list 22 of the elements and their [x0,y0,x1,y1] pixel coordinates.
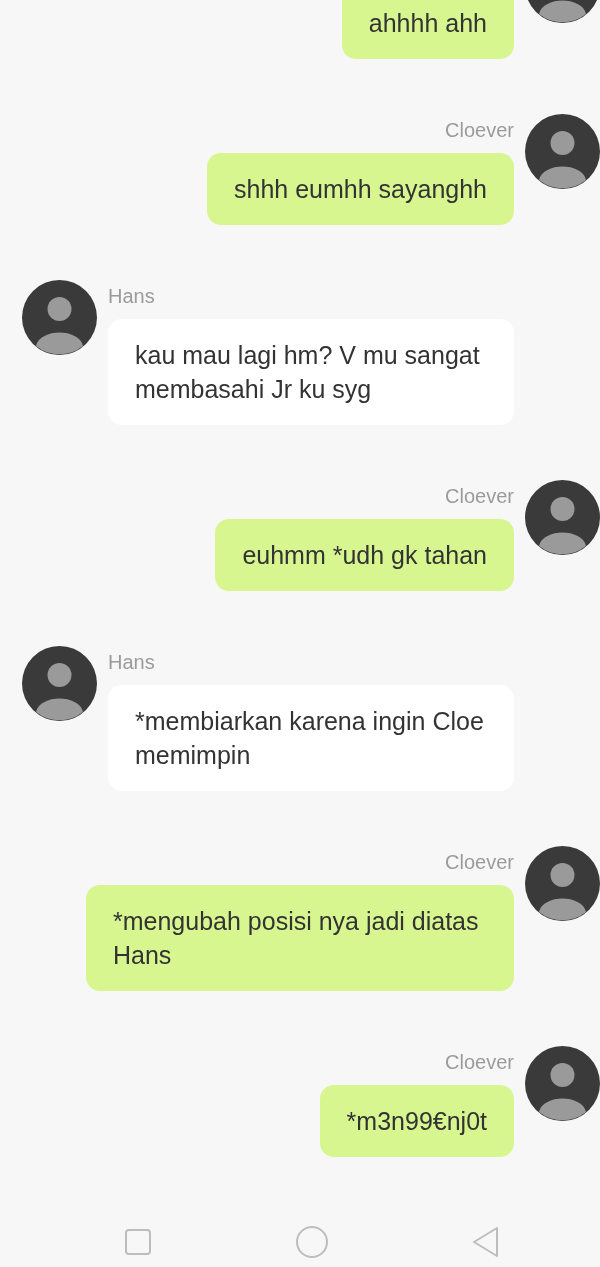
avatar-silhouette-icon [22,280,97,355]
avatar-silhouette-icon [525,846,600,921]
message-bubble: *mengubah posisi nya jadi diatas Hans [86,885,514,991]
sender-name: Cloever [445,484,514,509]
message-bubble: ahhhh ahh [341,0,514,59]
message-bubble: *m3n99€nj0t [319,1085,514,1157]
sender-name: Hans [108,650,155,675]
sender-name: Hans [108,284,155,309]
sender-name: Cloever [445,118,514,143]
sender-name: Cloever [445,850,514,875]
message-bubble: shhh eumhh sayanghh [207,153,514,225]
avatar-silhouette-icon [525,1046,600,1121]
message-bubble: kau mau lagi hm? V mu sangat membasahi Jr ku syg [108,319,514,425]
avatar-silhouette-icon [22,646,97,721]
message-bubble: euhmm *udh gk tahan [215,519,514,591]
sender-name: Cloever [445,1050,514,1075]
avatar-silhouette-icon [525,480,600,555]
message-bubble: *membiarkan karena ingin Cloe memimpin [108,685,514,791]
home-circle-nav-icon[interactable] [296,1226,328,1258]
square-nav-icon[interactable] [124,1228,152,1256]
avatar-silhouette-icon [525,114,600,189]
back-triangle-nav-icon[interactable] [472,1226,500,1258]
